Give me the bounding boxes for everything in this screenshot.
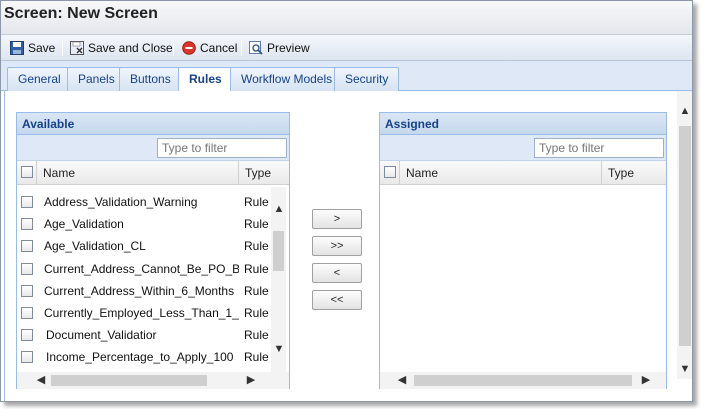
remove-selected-button[interactable]: < — [312, 263, 362, 283]
assigned-filter-input[interactable] — [534, 138, 664, 158]
available-vertical-scrollbar[interactable]: ▲ ▼ — [271, 187, 286, 372]
add-selected-button[interactable]: > — [312, 209, 362, 229]
assigned-panel: Assigned Name Type ◀ ▶ — [379, 112, 667, 389]
save-and-close-button[interactable]: Save and Close — [70, 39, 173, 57]
assigned-filter-bar — [380, 135, 666, 161]
toolbar-separator — [62, 40, 63, 56]
assigned-panel-title: Assigned — [380, 113, 666, 135]
title-bar: Screen: New Screen — [1, 1, 692, 35]
list-item[interactable]: Age_Validation_CL Rule — [17, 235, 269, 257]
list-item[interactable]: Age_Validation Rule — [17, 213, 269, 235]
rule-type: Rule — [244, 239, 269, 253]
tab-workflow-models[interactable]: Workflow Models — [230, 67, 344, 91]
available-filter-bar — [17, 135, 289, 161]
select-all-column — [17, 161, 37, 185]
select-all-column — [380, 161, 400, 185]
save-close-icon — [70, 41, 84, 55]
row-checkbox[interactable] — [21, 263, 33, 275]
scroll-down-icon[interactable]: ▼ — [271, 343, 287, 355]
magnifier-preview-icon — [249, 41, 263, 55]
scroll-right-icon[interactable]: ▶ — [638, 373, 654, 386]
window-title: Screen: New Screen — [4, 5, 158, 22]
rule-name: Current_Address_Within_6_Months — [44, 284, 235, 298]
rule-type: Rule — [244, 195, 269, 209]
assigned-horizontal-scrollbar[interactable]: ◀ ▶ — [380, 372, 666, 389]
row-checkbox[interactable] — [21, 218, 33, 230]
rule-name: Address_Validation_Warning — [44, 195, 198, 209]
row-checkbox[interactable] — [21, 351, 33, 363]
scroll-right-icon[interactable]: ▶ — [243, 373, 259, 386]
row-checkbox[interactable] — [21, 196, 33, 208]
save-button[interactable]: Save — [10, 39, 55, 57]
scroll-left-icon[interactable]: ◀ — [33, 373, 49, 386]
tab-panels[interactable]: Panels — [67, 67, 126, 91]
tab-security[interactable]: Security — [334, 67, 400, 91]
name-column-header[interactable]: Name — [400, 161, 602, 185]
list-item[interactable]: Income_Percentage_to_Apply_100 Rule — [17, 346, 269, 368]
available-list: Address_Validation_Warning Rule Age_Vali… — [17, 187, 271, 372]
rule-type: Rule — [244, 284, 269, 298]
rules-tab-content: Available Name Type Address_Validation_W… — [4, 91, 677, 401]
scroll-thumb[interactable] — [51, 375, 207, 386]
type-column-header[interactable]: Type — [239, 161, 289, 185]
content-vertical-scrollbar[interactable]: ▲ ▼ — [677, 91, 692, 379]
tab-bar: General Panels Buttons Rules Workflow Mo… — [1, 61, 692, 92]
rule-type: Rule — [244, 350, 269, 364]
save-label: Save — [28, 41, 56, 55]
scroll-left-icon[interactable]: ◀ — [394, 373, 410, 386]
row-checkbox[interactable] — [21, 329, 33, 341]
tab-rules[interactable]: Rules — [178, 67, 233, 92]
row-checkbox[interactable] — [21, 285, 33, 297]
row-checkbox[interactable] — [21, 307, 33, 319]
select-all-checkbox[interactable] — [21, 166, 33, 178]
rule-type: Rule — [244, 328, 269, 342]
available-horizontal-scrollbar[interactable]: ◀ ▶ — [17, 372, 289, 389]
available-filter-input[interactable] — [157, 138, 287, 158]
preview-label: Preview — [267, 41, 310, 55]
list-item[interactable]: Currently_Employed_Less_Than_1_Y... Rule — [17, 302, 269, 324]
add-all-button[interactable]: >> — [312, 236, 362, 256]
rule-name: Document_Validatior — [46, 328, 157, 342]
available-panel-title: Available — [17, 113, 289, 135]
scroll-down-icon[interactable]: ▼ — [677, 363, 692, 375]
cancel-label: Cancel — [200, 41, 238, 55]
rule-type: Rule — [244, 306, 269, 320]
scroll-thumb[interactable] — [679, 126, 691, 346]
rule-name: Income_Percentage_to_Apply_100 — [46, 350, 234, 364]
rule-type: Rule — [244, 262, 269, 276]
floppy-disk-icon — [10, 41, 24, 55]
list-item[interactable]: Document_Validatior Rule — [17, 324, 269, 346]
row-checkbox[interactable] — [21, 240, 33, 252]
rule-name: Age_Validation_CL — [44, 239, 146, 253]
assigned-grid-header: Name Type — [380, 161, 666, 185]
rule-name: Age_Validation — [44, 217, 124, 231]
scroll-thumb[interactable] — [414, 375, 632, 386]
toolbar: Save Save and Close Cancel Preview — [1, 35, 692, 61]
rule-name: Current_Address_Cannot_Be_PO_Box — [44, 262, 239, 276]
cancel-icon — [182, 41, 196, 55]
scroll-thumb[interactable] — [273, 231, 284, 271]
preview-button[interactable]: Preview — [249, 39, 310, 57]
rule-name: Currently_Employed_Less_Than_1_Y... — [44, 306, 239, 320]
type-column-header[interactable]: Type — [602, 161, 666, 185]
rule-type: Rule — [244, 217, 269, 231]
assigned-list — [380, 187, 666, 372]
select-all-checkbox[interactable] — [384, 166, 396, 178]
available-grid-header: Name Type — [17, 161, 289, 185]
cancel-button[interactable]: Cancel — [182, 39, 237, 57]
list-item[interactable]: Address_Validation_Warning Rule — [17, 191, 269, 213]
screen-editor-window: Screen: New Screen Save Save and Close C… — [0, 0, 693, 402]
toolbar-separator — [241, 40, 242, 56]
tab-general[interactable]: General — [7, 67, 72, 91]
list-item[interactable]: Current_Address_Within_6_Months Rule — [17, 280, 269, 302]
available-panel: Available Name Type Address_Validation_W… — [16, 112, 290, 389]
save-and-close-label: Save and Close — [88, 41, 173, 55]
scroll-up-icon[interactable]: ▲ — [677, 105, 692, 117]
remove-all-button[interactable]: << — [312, 290, 362, 310]
tab-buttons[interactable]: Buttons — [119, 67, 182, 91]
toolbar-separator — [173, 40, 174, 56]
scroll-up-icon[interactable]: ▲ — [271, 203, 287, 215]
name-column-header[interactable]: Name — [37, 161, 239, 185]
list-item[interactable]: Current_Address_Cannot_Be_PO_Box Rule — [17, 258, 269, 280]
